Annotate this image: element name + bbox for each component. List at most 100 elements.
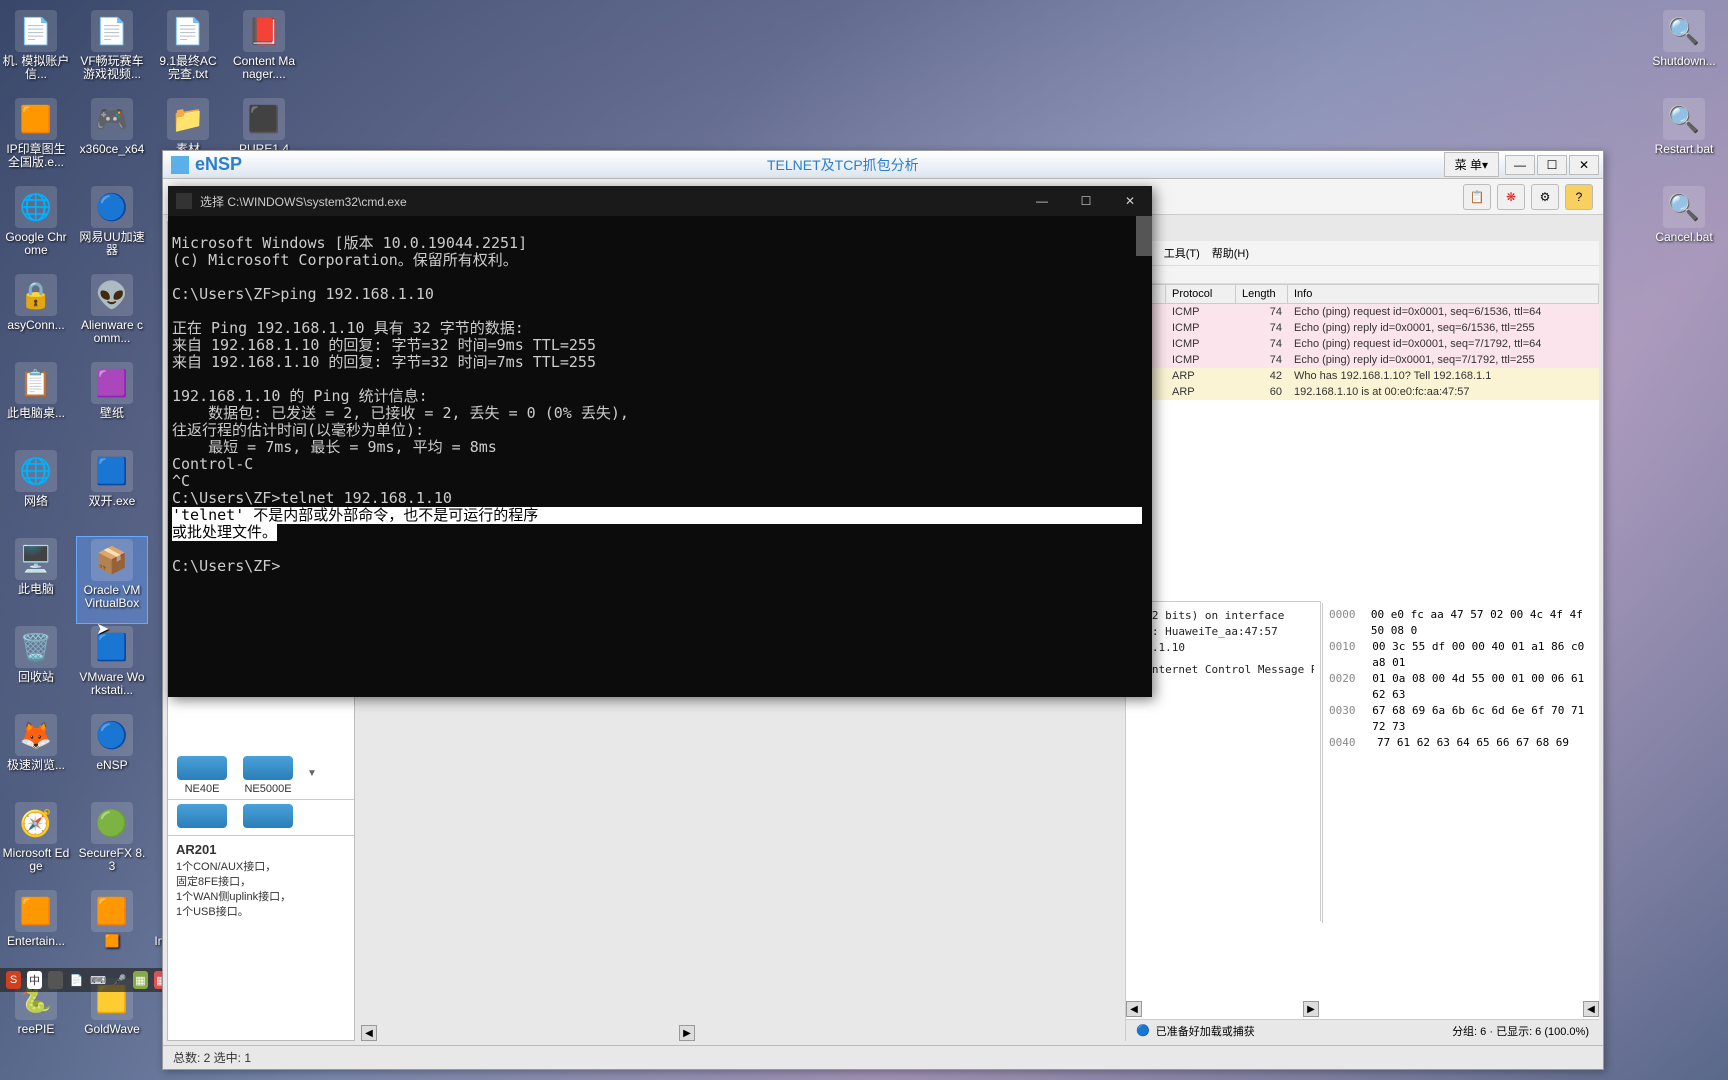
packet-row[interactable]: :50ARP60192.168.1.10 is at 00:e0:fc:aa:4…: [1126, 384, 1599, 400]
menu-item[interactable]: 工具(T): [1164, 245, 1200, 261]
desktop-shortcut[interactable]: 🟧IP印章图生全国版.e...: [0, 96, 72, 184]
gear-icon[interactable]: ⚙: [1531, 184, 1559, 210]
desktop-shortcut[interactable]: 📄 机. 模拟账户信...: [0, 8, 72, 96]
app-icon: 📄: [15, 10, 57, 52]
close-button[interactable]: ✕: [1108, 186, 1152, 216]
shortcut-label: 壁纸: [78, 407, 146, 420]
desktop-shortcut[interactable]: 📋此电脑桌...: [0, 360, 72, 448]
menu-item[interactable]: 帮助(H): [1212, 245, 1249, 261]
close-button[interactable]: ✕: [1569, 155, 1599, 175]
desktop-shortcut[interactable]: 🔵eNSP: [76, 712, 148, 800]
cmd-icon: [176, 193, 192, 209]
detail-line-icmp[interactable]: ▸ Internet Control Message Protocol: [1132, 662, 1314, 678]
packet-detail[interactable]: (592 bits) on interface Dst: HuaweiTe_aa…: [1126, 601, 1321, 921]
packet-hex[interactable]: 000000 e0 fc aa 47 57 02 00 4c 4f 4f 50 …: [1322, 603, 1597, 923]
desktop-shortcut[interactable]: 🖥️此电脑: [0, 536, 72, 624]
wireshark-statusbar: 🔵 已准备好加载或捕获 分组: 6 · 已显示: 6 (100.0%): [1126, 1019, 1599, 1041]
huawei-icon[interactable]: ❋: [1497, 184, 1525, 210]
shortcut-label: eNSP: [78, 759, 146, 772]
app-icon: 📁: [167, 98, 209, 140]
ws-status-right: 分组: 6 · 已显示: 6 (100.0%): [1452, 1023, 1589, 1039]
capture-icon: 🔵: [1136, 1024, 1150, 1037]
desktop-shortcut[interactable]: 📄VF畅玩赛车游戏视频...: [76, 8, 148, 96]
scroll-right-icon[interactable]: ▶: [1303, 1001, 1319, 1017]
packet-row[interactable]: :57ARP42Who has 192.168.1.10? Tell 192.1…: [1126, 368, 1599, 384]
desktop-shortcut[interactable]: 🟢SecureFX 8.3: [76, 800, 148, 888]
desktop-shortcut[interactable]: 🌐Google Chrome: [0, 184, 72, 272]
shortcut-label: 机. 模拟账户信...: [2, 55, 70, 81]
col-info[interactable]: Info: [1288, 285, 1599, 303]
minimize-button[interactable]: —: [1020, 186, 1064, 216]
col-protocol[interactable]: Protocol: [1166, 285, 1236, 303]
lang-ime-icon[interactable]: S: [6, 971, 21, 989]
minimize-button[interactable]: —: [1505, 155, 1535, 175]
device-item[interactable]: [238, 804, 298, 831]
scrollbar-thumb[interactable]: [1136, 216, 1152, 256]
desktop-shortcut[interactable]: 📕Content Manager....: [228, 8, 300, 96]
desktop-shortcut[interactable]: 🟪壁纸: [76, 360, 148, 448]
shortcut-label: IP印章图生全国版.e...: [2, 143, 70, 169]
lang-item[interactable]: 📄: [69, 971, 84, 989]
tool-icon[interactable]: 📋: [1463, 184, 1491, 210]
scroll-left-icon[interactable]: ◀: [1126, 1001, 1142, 1017]
desktop-shortcut[interactable]: 🌐 网络: [0, 448, 72, 536]
app-icon: 🌐: [15, 450, 57, 492]
scroll-left-icon[interactable]: ◀: [1583, 1001, 1599, 1017]
desktop-shortcut[interactable]: 👽Alienware comm...: [76, 272, 148, 360]
desktop-shortcut[interactable]: 🗑️回收站: [0, 624, 72, 712]
hex-row: 003067 68 69 6a 6b 6c 6d 6e 6f 70 71 72 …: [1329, 703, 1591, 735]
packet-row[interactable]: ICMP74Echo (ping) request id=0x0001, seq…: [1126, 304, 1599, 320]
lang-cn-icon[interactable]: 中: [27, 971, 42, 989]
desktop-shortcut[interactable]: 🔍Restart.bat: [1648, 96, 1720, 184]
desktop-shortcut[interactable]: 🔍Shutdown...: [1648, 8, 1720, 96]
help-icon[interactable]: ?: [1565, 184, 1593, 210]
desktop-shortcut[interactable]: 🟦双开.exe: [76, 448, 148, 536]
desktop-shortcut[interactable]: 🟧🟧: [76, 888, 148, 976]
packet-row[interactable]: ICMP74Echo (ping) request id=0x0001, seq…: [1126, 336, 1599, 352]
desktop-shortcut[interactable]: 🎮x360ce_x64: [76, 96, 148, 184]
keyboard-icon[interactable]: ⌨: [90, 971, 106, 989]
device-item[interactable]: [172, 804, 232, 831]
shortcut-label: 此电脑桌...: [2, 407, 70, 420]
device-desc-text: 1个CON/AUX接口， 固定8FE接口， 1个WAN侧uplink接口， 1个…: [176, 860, 346, 920]
shortcut-label: Entertain...: [2, 935, 70, 948]
shortcut-label: 网络: [2, 495, 70, 508]
shortcut-label: GoldWave: [78, 1023, 146, 1036]
maximize-button[interactable]: ☐: [1064, 186, 1108, 216]
shortcut-label: reePIE: [2, 1023, 70, 1036]
scroll-left-icon[interactable]: ◀: [361, 1025, 377, 1041]
desktop-shortcut[interactable]: 🧭Microsoft Edge: [0, 800, 72, 888]
cmd-window: 选择 C:\WINDOWS\system32\cmd.exe — ☐ ✕ Mic…: [168, 186, 1152, 697]
packet-row[interactable]: ICMP74Echo (ping) reply id=0x0001, seq=7…: [1126, 352, 1599, 368]
desktop-shortcut[interactable]: 🟧 Entertain...: [0, 888, 72, 976]
shortcut-label: 网易UU加速器: [78, 231, 146, 257]
cmd-output[interactable]: Microsoft Windows [版本 10.0.19044.2251] (…: [168, 216, 1152, 594]
scroll-arrow-icon[interactable]: ▶: [679, 1025, 695, 1041]
app-icon: 🌐: [15, 186, 57, 228]
device-ne40e[interactable]: NE40E: [172, 756, 232, 795]
desktop-shortcut[interactable]: 🔍Cancel.bat: [1648, 184, 1720, 272]
wireshark-panel: (W) 工具(T) 帮助(H) Protocol Length Info ICM…: [1125, 241, 1599, 1041]
language-bar[interactable]: S 中 📄 ⌨ 🎤 ▦ ▦: [0, 968, 175, 992]
ensp-menu-button[interactable]: 菜 单▾: [1444, 152, 1499, 177]
lang-item[interactable]: ▦: [133, 971, 148, 989]
desktop-shortcut[interactable]: 🔒asyConn...: [0, 272, 72, 360]
mic-icon[interactable]: 🎤: [112, 971, 127, 989]
cmd-titlebar[interactable]: 选择 C:\WINDOWS\system32\cmd.exe — ☐ ✕: [168, 186, 1152, 216]
maximize-button[interactable]: ☐: [1537, 155, 1567, 175]
app-icon: 🟧: [15, 890, 57, 932]
desktop-shortcut[interactable]: 🦊极速浏览...: [0, 712, 72, 800]
col-length[interactable]: Length: [1236, 285, 1288, 303]
desktop-shortcut[interactable]: 🟦VMware Workstati...: [76, 624, 148, 712]
packet-list[interactable]: Protocol Length Info ICMP74Echo (ping) r…: [1126, 284, 1599, 400]
lang-item[interactable]: [48, 971, 63, 989]
device-scroll-down[interactable]: ▼: [304, 756, 320, 795]
desktop-shortcut[interactable]: 🔵网易UU加速器: [76, 184, 148, 272]
desktop-shortcut[interactable]: 📄9.1最终AC完查.txt: [152, 8, 224, 96]
ensp-titlebar[interactable]: eNSP TELNET及TCP抓包分析 菜 单▾ — ☐ ✕: [163, 151, 1603, 179]
desktop-shortcut[interactable]: 📦Oracle VM VirtualBox: [76, 536, 148, 624]
device-ne5000e[interactable]: NE5000E: [238, 756, 298, 795]
app-icon: 🔍: [1663, 186, 1705, 228]
shortcut-label: Alienware comm...: [78, 319, 146, 345]
packet-row[interactable]: ICMP74Echo (ping) reply id=0x0001, seq=6…: [1126, 320, 1599, 336]
